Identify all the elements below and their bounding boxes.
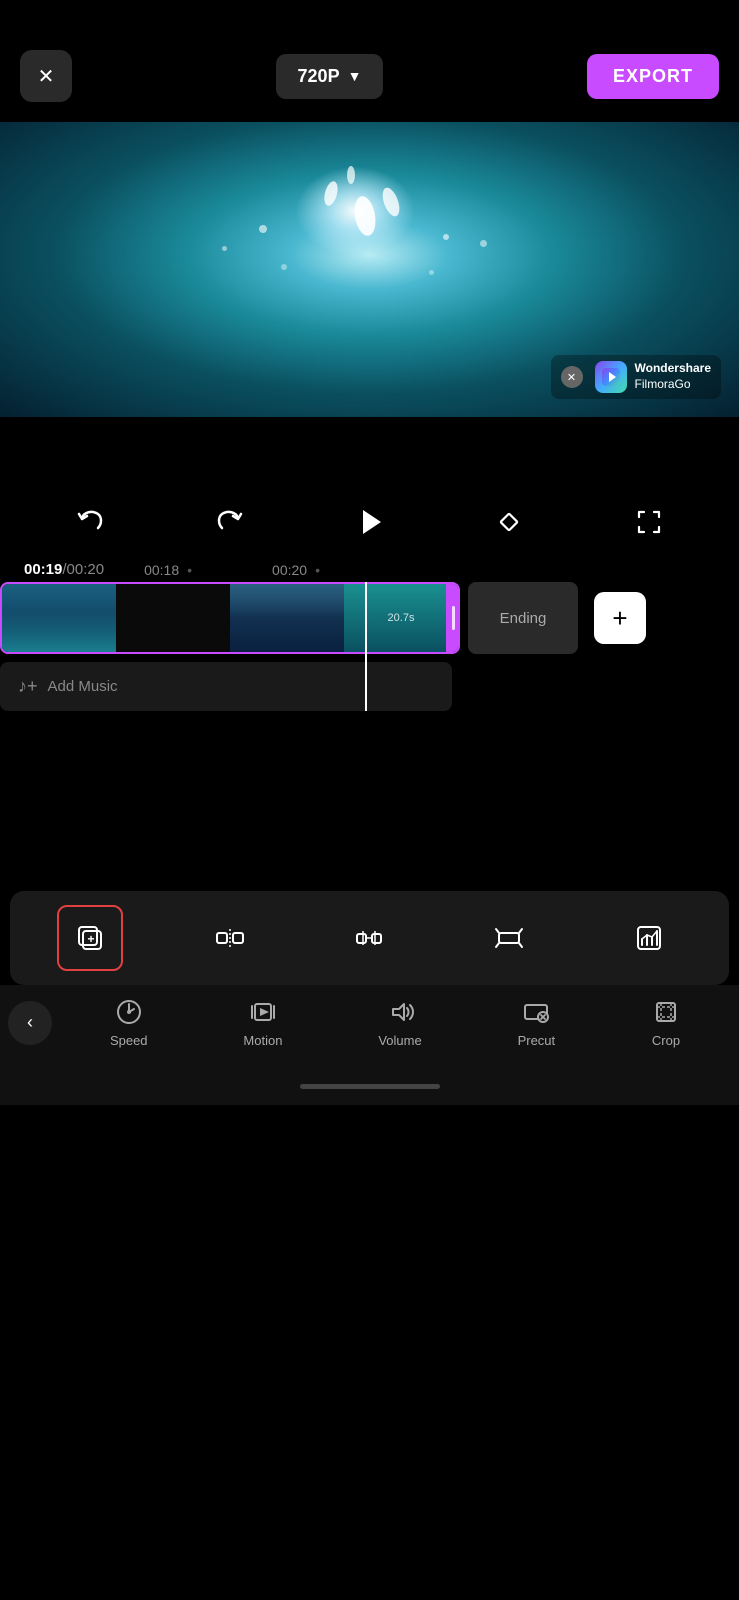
quality-selector[interactable]: 720P ▼ [276,54,384,99]
tool-row: + [10,891,729,985]
precut-label: Precut [518,1033,556,1048]
time-marker-1: 00:18 [144,562,179,578]
nav-item-speed[interactable]: Speed [110,997,148,1048]
home-indicator [300,1084,440,1089]
nav-back-button[interactable]: ‹ [8,1001,52,1045]
thumb-4: 20.7s [344,584,458,652]
svg-text:+: + [87,932,94,946]
music-note-icon: ♪+ [18,676,38,697]
watermark: ✕ Wondershare FilmoraGo [551,355,721,399]
fullscreen-button[interactable] [624,497,674,547]
speed-icon [114,997,144,1027]
track-right-handle[interactable] [446,584,460,652]
split-icon [213,921,247,955]
total-time: /00:20 [62,561,104,578]
copy-tool-button[interactable]: + [57,905,123,971]
crop-label: Crop [652,1033,680,1048]
home-indicator-bar [0,1068,739,1105]
bottom-nav: ‹ Speed Motion [0,985,739,1068]
current-time: 00:19 [24,561,62,578]
nav-items: Speed Motion Volume [52,997,739,1048]
volume-label: Volume [378,1033,421,1048]
copy-icon: + [73,921,107,955]
add-clip-button[interactable]: + [594,592,646,644]
time-display: 00:19 /00:20 00:18 • 00:20 • [0,557,739,582]
export-button[interactable]: EXPORT [587,54,719,99]
precut-icon [521,997,551,1027]
playback-controls [0,467,739,557]
timeline: 20.7s Ending + ♪+ Add Music [0,582,739,711]
split-audio-button[interactable] [336,905,402,971]
thumb-1 [2,584,116,652]
video-preview: ✕ Wondershare FilmoraGo [0,122,739,417]
play-icon [349,502,389,542]
nav-item-crop[interactable]: Crop [651,997,681,1048]
ending-block[interactable]: Ending [468,582,578,654]
watermark-close-icon[interactable]: ✕ [561,366,583,388]
thumb-3 [230,584,344,652]
play-button[interactable] [344,497,394,547]
redo-button[interactable] [205,497,255,547]
video-frame: ✕ Wondershare FilmoraGo [0,122,739,417]
track-thumbnails: 20.7s [2,584,458,652]
split-audio-icon [352,921,386,955]
time-marker-2: 00:20 [272,562,307,578]
video-track[interactable]: 20.7s [0,582,460,654]
replace-tool-button[interactable] [616,905,682,971]
undo-button[interactable] [65,497,115,547]
close-button[interactable]: ✕ [20,50,72,102]
motion-icon [248,997,278,1027]
watermark-brand-text: Wondershare FilmoraGo [635,361,711,392]
volume-icon [385,997,415,1027]
fullscreen-icon [633,506,665,538]
top-bar: ✕ 720P ▼ EXPORT [0,0,739,122]
filmora-logo-icon [595,361,627,393]
diamond-icon [493,506,525,538]
timeline-track-row: 20.7s Ending + [0,582,739,654]
nav-item-volume[interactable]: Volume [378,997,421,1048]
redo-icon [214,506,246,538]
nav-item-precut[interactable]: Precut [518,997,556,1048]
crop-icon [651,997,681,1027]
split-tool-button[interactable] [197,905,263,971]
trim-tool-button[interactable] [476,905,542,971]
undo-icon [74,506,106,538]
keyframe-button[interactable] [484,497,534,547]
add-music-track[interactable]: ♪+ Add Music [0,662,452,711]
trim-icon [492,921,526,955]
track-duration-badge: 20.7s [388,612,415,624]
spacer-1 [0,417,739,467]
thumb-2 [116,584,230,652]
replace-icon [632,921,666,955]
add-music-label: Add Music [48,678,118,695]
motion-label: Motion [243,1033,282,1048]
spacer-2 [0,711,739,871]
speed-label: Speed [110,1033,148,1048]
nav-item-motion[interactable]: Motion [243,997,282,1048]
